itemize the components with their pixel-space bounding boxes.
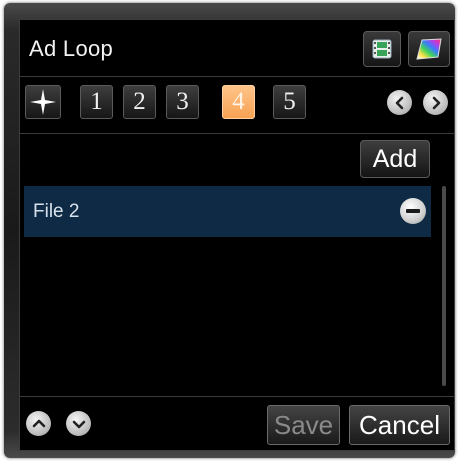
list-item[interactable]: File 2 — [24, 186, 431, 237]
list-scrollbar[interactable] — [442, 186, 446, 386]
tab-special[interactable] — [25, 85, 61, 119]
next-button[interactable] — [423, 90, 448, 115]
dialog-frame: Ad Loop 1 2 3 4 5 Add File 2 Save Cancel — [4, 3, 455, 458]
tab-5-label: 5 — [283, 88, 296, 115]
chevron-down-icon — [72, 420, 85, 428]
color-button[interactable] — [408, 31, 450, 67]
footer: Save Cancel — [20, 396, 454, 451]
cancel-button[interactable]: Cancel — [349, 405, 450, 445]
media-button[interactable] — [363, 31, 401, 67]
move-down-button[interactable] — [66, 411, 91, 436]
header: Ad Loop — [20, 20, 454, 77]
tab-5[interactable]: 5 — [273, 85, 306, 119]
sparkle-icon — [30, 89, 56, 115]
save-button-label: Save — [273, 409, 334, 440]
cancel-button-label: Cancel — [359, 409, 440, 440]
tab-1-label: 1 — [90, 88, 103, 115]
file-name: File 2 — [33, 201, 80, 222]
ad-loop-panel: Ad Loop 1 2 3 4 5 Add File 2 Save Cancel — [19, 19, 455, 451]
move-up-button[interactable] — [26, 411, 51, 436]
tab-3[interactable]: 3 — [166, 85, 199, 119]
tab-row: 1 2 3 4 5 — [20, 77, 454, 134]
tab-2-label: 2 — [133, 88, 146, 115]
tab-3-label: 3 — [176, 88, 189, 115]
previous-button[interactable] — [387, 90, 412, 115]
color-palette-icon — [416, 38, 442, 60]
tab-4[interactable]: 4 — [222, 85, 255, 119]
save-button[interactable]: Save — [267, 405, 340, 445]
tab-1[interactable]: 1 — [80, 85, 113, 119]
chevron-left-icon — [395, 96, 403, 109]
chevron-up-icon — [32, 419, 45, 427]
add-button[interactable]: Add — [360, 140, 430, 178]
window-title: Ad Loop — [29, 36, 114, 61]
chevron-right-icon — [432, 96, 440, 109]
tab-4-label: 4 — [232, 88, 245, 115]
minus-circle-icon — [406, 209, 420, 213]
tab-2[interactable]: 2 — [123, 85, 156, 119]
remove-item-button[interactable] — [400, 198, 426, 224]
film-icon — [372, 39, 392, 59]
file-list-area: Add File 2 — [20, 134, 454, 396]
add-button-label: Add — [372, 144, 418, 173]
